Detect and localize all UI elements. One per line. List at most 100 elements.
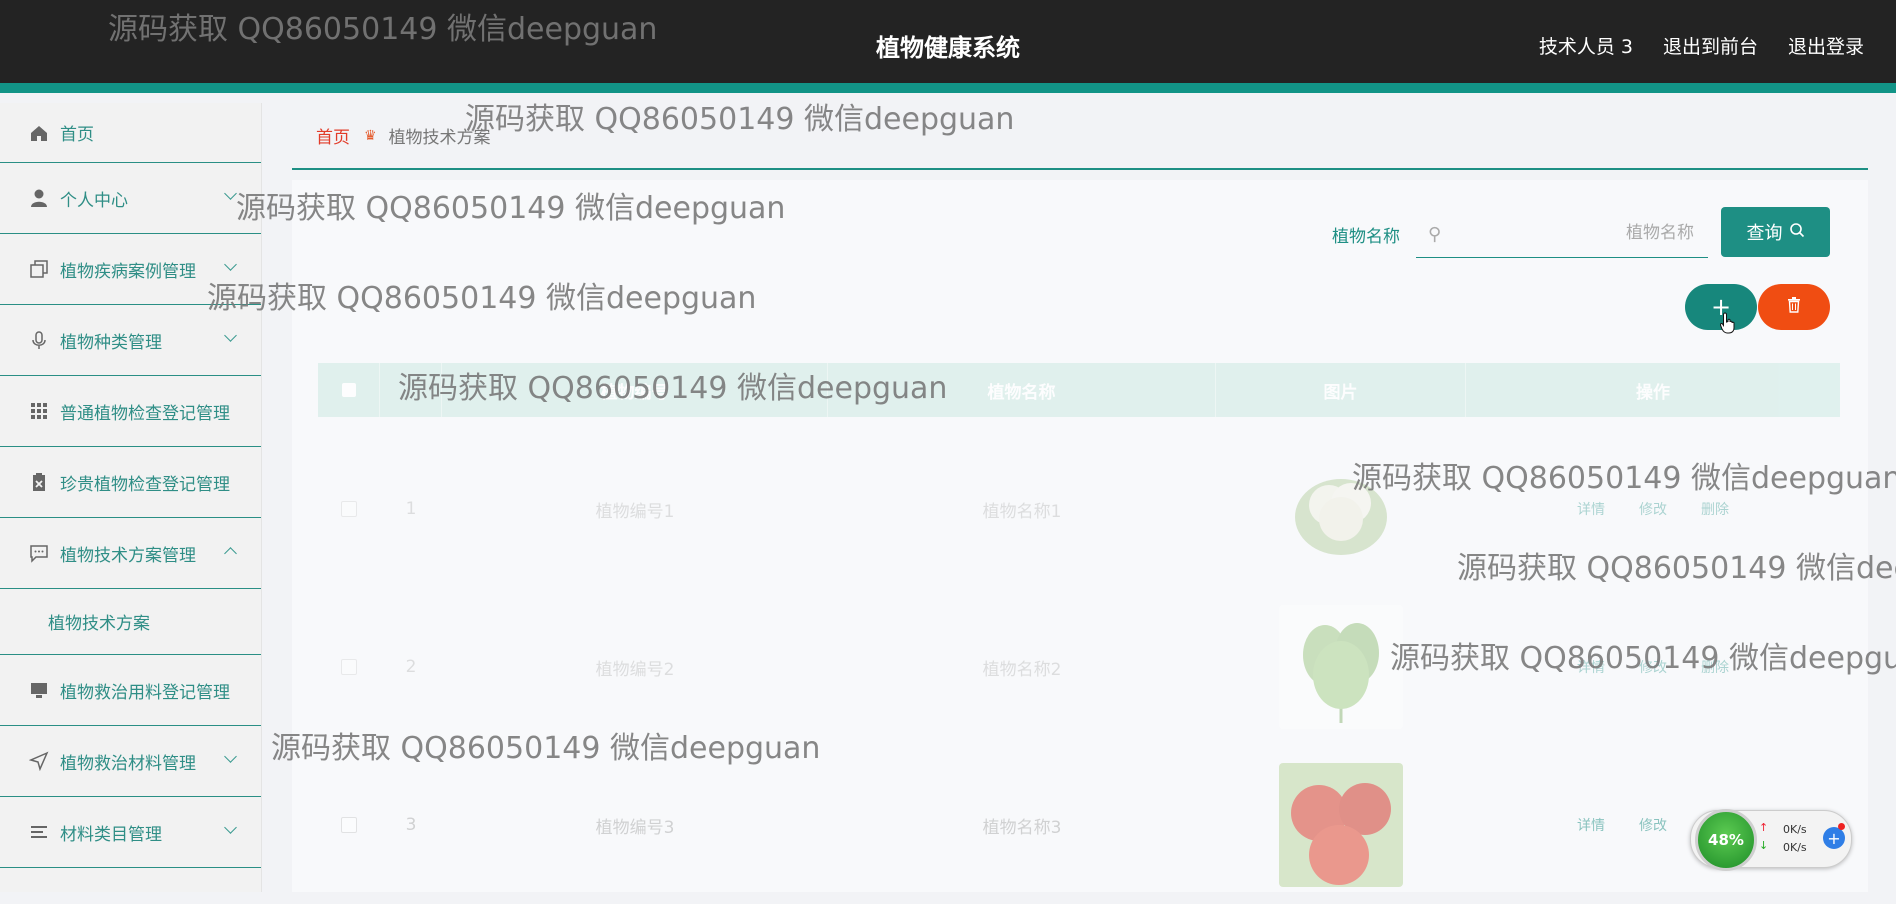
query-button[interactable]: 查询 (1721, 207, 1830, 257)
breadcrumb-current: 植物技术方案 (388, 128, 491, 148)
upload-speed: 0K/s (1783, 823, 1807, 836)
plant-name-search-input[interactable] (1456, 210, 1696, 256)
sidebar-item-label: 植物救治用料登记管理 (60, 682, 230, 703)
user-icon (28, 187, 50, 209)
column-header-code: 植物编号 (442, 363, 828, 417)
row-checkbox[interactable] (341, 501, 357, 517)
detail-button[interactable]: 详情 (1577, 499, 1605, 519)
sidebar-item-plant-species[interactable]: 植物种类管理 (0, 305, 261, 376)
sidebar-item-treatment-materials[interactable]: 植物救治材料管理 (0, 726, 261, 797)
detail-button[interactable]: 详情 (1577, 815, 1605, 835)
sidebar-item-personal-center[interactable]: 个人中心 (0, 163, 261, 234)
sidebar-item-tech-plan[interactable]: 植物技术方案管理 (0, 518, 261, 589)
row-select-cell (318, 588, 380, 746)
row-delete-button[interactable]: 删除 (1701, 657, 1729, 677)
crown-icon: ♛ (364, 127, 377, 144)
column-header-image: 图片 (1216, 363, 1466, 417)
exit-to-front-link[interactable]: 退出到前台 (1663, 32, 1758, 59)
select-all-cell (318, 363, 380, 417)
detail-button[interactable]: 详情 (1577, 657, 1605, 677)
sidebar-item-label: 植物疾病案例管理 (60, 261, 196, 282)
breadcrumb: 首页 ♛ 植物技术方案 (292, 103, 1868, 170)
row-image-cell (1216, 430, 1466, 588)
row-code: 植物编号2 (595, 659, 675, 680)
trash-icon (1787, 296, 1801, 318)
sidebar-item-label: 珍贵植物检查登记管理 (60, 474, 230, 495)
send-icon (28, 750, 50, 772)
greens-image (1279, 605, 1403, 729)
chevron-down-icon (224, 329, 237, 342)
sidebar-item-label: 植物技术方案管理 (60, 545, 196, 566)
search-icon: ⚲ (1428, 224, 1442, 245)
row-name: 植物名称1 (982, 501, 1062, 522)
row-index: 2 (405, 657, 417, 677)
chat-icon (28, 542, 50, 564)
cauliflower-image (1295, 479, 1387, 555)
sidebar-item-label: 植物救治材料管理 (60, 753, 196, 774)
plus-icon[interactable]: + (1823, 827, 1845, 849)
sidebar-item-home[interactable]: 首页 (0, 103, 261, 163)
current-user[interactable]: 技术人员 3 (1539, 32, 1633, 59)
notification-dot-icon (1838, 823, 1845, 830)
delete-button[interactable] (1758, 284, 1830, 330)
usage-percent: 48% (1695, 809, 1757, 871)
network-speed-widget[interactable]: 48% ↑ 0K/s ↓ 0K/s + (1690, 809, 1852, 871)
row-index: 1 (405, 499, 417, 519)
chevron-down-icon (224, 187, 237, 200)
row-code: 植物编号1 (595, 501, 675, 522)
sidebar-item-rare-check[interactable]: 珍贵植物检查登记管理 (0, 447, 261, 518)
edit-button[interactable]: 修改 (1639, 815, 1667, 835)
upload-arrow-icon: ↑ (1759, 821, 1769, 834)
select-all-checkbox[interactable] (341, 383, 356, 397)
row-select-cell (318, 746, 380, 904)
grid-icon (28, 400, 50, 422)
row-name: 植物名称3 (982, 817, 1062, 838)
edit-button[interactable]: 修改 (1639, 499, 1667, 519)
row-index: 3 (405, 815, 417, 835)
column-header-name: 植物名称 (828, 363, 1216, 417)
logout-link[interactable]: 退出登录 (1788, 32, 1864, 59)
tomato-image (1279, 763, 1403, 887)
copy-icon (28, 258, 50, 280)
row-delete-button[interactable]: 删除 (1701, 499, 1729, 519)
list-icon (28, 821, 50, 843)
row-actions: 详情 修改 删除 (1466, 588, 1840, 746)
sidebar-subitem-tech-plan[interactable]: 植物技术方案 (0, 589, 261, 655)
download-arrow-icon: ↓ (1759, 839, 1769, 852)
breadcrumb-home[interactable]: 首页 (316, 123, 350, 148)
sidebar-item-label: 普通植物检查登记管理 (60, 403, 230, 424)
sidebar-item-disease-cases[interactable]: 植物疾病案例管理 (0, 234, 261, 305)
chevron-down-icon (224, 821, 237, 834)
sidebar-item-treatment-material-reg[interactable]: 植物救治用料登记管理 (0, 655, 261, 726)
search-icon (1789, 222, 1805, 243)
download-speed: 0K/s (1783, 841, 1807, 854)
edit-button[interactable]: 修改 (1639, 657, 1667, 677)
table-row: 3 植物编号3 植物名称3 详情 修改 删除 (318, 746, 1840, 904)
column-header-actions: 操作 (1636, 382, 1670, 403)
sidebar-item-label: 个人中心 (60, 190, 128, 211)
microphone-icon (28, 329, 50, 351)
main-content: 首页 ♛ 植物技术方案 植物名称 ⚲ 查询 + 植物编号 (292, 103, 1868, 892)
sidebar: 首页 个人中心 植物疾病案例管理 植物种类管理 普通植物检查登记管理 珍贵植物检… (0, 103, 262, 892)
sidebar-item-material-category[interactable]: 材料类目管理 (0, 797, 261, 868)
chevron-down-icon (224, 258, 237, 271)
search-label: 植物名称 (1332, 227, 1400, 247)
column-header-index (380, 363, 442, 417)
row-select-cell (318, 430, 380, 588)
list-panel: 植物名称 ⚲ 查询 + 植物编号 植物名称 图片 操作 (292, 180, 1868, 892)
row-image-cell (1216, 588, 1466, 746)
home-icon (28, 122, 50, 144)
chevron-down-icon (224, 750, 237, 763)
row-image-cell (1216, 746, 1466, 904)
chevron-up-icon (224, 547, 237, 560)
sidebar-item-label: 植物技术方案 (48, 614, 150, 634)
mouse-cursor-icon (1720, 312, 1735, 334)
row-code: 植物编号3 (595, 817, 675, 838)
row-checkbox[interactable] (341, 817, 357, 833)
row-checkbox[interactable] (341, 659, 357, 675)
table-header: 植物编号 植物名称 图片 操作 (318, 363, 1840, 417)
clipboard-x-icon (28, 471, 50, 493)
sidebar-item-normal-check[interactable]: 普通植物检查登记管理 (0, 376, 261, 447)
row-name: 植物名称2 (982, 659, 1062, 680)
top-actions: 技术人员 3 退出到前台 退出登录 (1539, 32, 1864, 59)
